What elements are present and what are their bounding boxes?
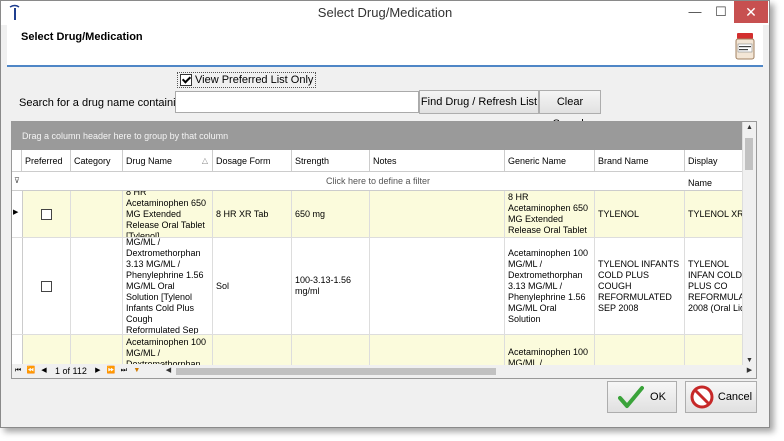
ok-label: OK (650, 391, 666, 403)
scroll-left-icon[interactable]: ◀ (162, 366, 175, 374)
search-label: Search for a drug name containing (19, 97, 188, 109)
record-navigator: ⏮ ⏪ ◀ 1 of 112 ▶ ⏩ ⏭ ▼ (12, 364, 162, 378)
search-toolbar: View Preferred List Only Search for a dr… (7, 67, 763, 130)
preferred-only-checkbox[interactable]: View Preferred List Only (177, 72, 317, 88)
cell-dosage-form (213, 335, 292, 366)
cell-brand-name: TYLENOL (595, 191, 685, 237)
checkmark-icon (618, 386, 645, 408)
cell-preferred[interactable] (22, 238, 71, 334)
cell-dosage-form: Sol (213, 238, 292, 334)
column-header-display-name[interactable]: Display Name (685, 150, 744, 188)
cell-display-name: TYLENOL XR (C (685, 191, 744, 237)
drug-grid: Drag a column header here to group by th… (11, 121, 757, 379)
column-header-dosage-form[interactable]: Dosage Form (213, 150, 292, 172)
preferred-checkbox[interactable] (40, 280, 52, 292)
header-panel: Select Drug/Medication (7, 25, 763, 67)
ok-button[interactable]: OK (607, 381, 677, 413)
cell-strength (292, 335, 370, 366)
cell-category (71, 238, 123, 334)
drug-name-header-label: Drug Name (126, 156, 173, 166)
row-header-corner (12, 150, 22, 172)
cell-notes (370, 191, 505, 237)
cell-strength: 650 mg (292, 191, 370, 237)
previous-block-icon[interactable]: ⏪ (25, 365, 37, 377)
maximize-button[interactable]: ☐ (707, 1, 735, 23)
scroll-right-icon[interactable]: ▶ (743, 366, 756, 374)
cancel-button[interactable]: Cancel (685, 381, 757, 413)
column-header-preferred[interactable]: Preferred (22, 150, 71, 172)
cancel-label: Cancel (717, 391, 753, 403)
horizontal-scroll-thumb[interactable] (176, 368, 496, 375)
sort-ascending-icon: △ (201, 156, 208, 165)
horizontal-scrollbar[interactable]: ◀ ▶ (162, 365, 756, 378)
cell-display-name (685, 335, 744, 366)
cell-drug-name: 8 HR Acetaminophen 650 MG Extended Relea… (123, 191, 213, 237)
cell-generic-name: 8 HR Acetaminophen 650 MG Extended Relea… (505, 191, 595, 237)
cell-display-name: TYLENOL INFAN COLD PLUS CO REFORMULATE 2… (685, 238, 744, 334)
next-record-icon[interactable]: ▶ (92, 365, 104, 377)
header-title: Select Drug/Medication (21, 31, 143, 43)
vertical-scrollbar[interactable]: ▲ ▼ (742, 122, 756, 366)
close-button[interactable]: ✕ (734, 1, 768, 23)
dialog-window: Select Drug/Medication — ☐ ✕ Select Drug… (0, 0, 770, 428)
cell-category (71, 335, 123, 366)
find-refresh-button[interactable]: Find Drug / Refresh List (419, 90, 539, 114)
column-header-generic-name[interactable]: Generic Name (505, 150, 595, 172)
cell-brand-name (595, 335, 685, 366)
preferred-only-label: View Preferred List Only (195, 74, 314, 86)
cell-generic-name: Acetaminophen 100 MG/ML / (505, 335, 595, 366)
first-page-icon[interactable]: ⏮ (12, 365, 24, 377)
record-position: 1 of 112 (55, 366, 87, 376)
title-bar: Select Drug/Medication — ☐ ✕ (1, 1, 769, 25)
cell-generic-name: Acetaminophen 100 MG/ML / Dextromethorph… (505, 238, 595, 334)
table-row[interactable]: ▶ 8 HR Acetaminophen 650 MG Extended Rel… (12, 191, 744, 238)
cell-brand-name: TYLENOL INFANTS COLD PLUS COUGH REFORMUL… (595, 238, 685, 334)
column-header-category[interactable]: Category (71, 150, 123, 172)
cell-strength: 100-3.13-1.56 mg/ml (292, 238, 370, 334)
cell-preferred[interactable] (22, 335, 71, 366)
group-by-panel[interactable]: Drag a column header here to group by th… (12, 122, 744, 150)
cell-notes (370, 238, 505, 334)
minimize-button[interactable]: — (681, 1, 709, 23)
scroll-up-icon[interactable]: ▲ (743, 124, 756, 131)
column-header-notes[interactable]: Notes (370, 150, 505, 172)
window-title: Select Drug/Medication (317, 5, 453, 20)
table-row[interactable]: Acetaminophen 100 MG/ML / Dextromethorph… (12, 335, 744, 367)
filter-row[interactable]: ⊽ Click here to define a filter (12, 172, 744, 191)
column-header-drug-name[interactable]: Drug Name △ (123, 150, 213, 172)
filter-hint: Click here to define a filter (325, 176, 431, 186)
filter-funnel-icon[interactable]: ▼ (131, 365, 143, 377)
previous-record-icon[interactable]: ◀ (38, 365, 50, 377)
cell-drug-name: Acetaminophen 100 MG/ML / Dextromethorph… (123, 335, 213, 366)
medicine-bottle-icon (735, 33, 755, 60)
last-page-icon[interactable]: ⏭ (118, 365, 130, 377)
table-row[interactable]: Acetaminophen 100 MG/ML / Dextromethorph… (12, 238, 744, 335)
search-input[interactable] (175, 91, 419, 113)
cell-dosage-form: 8 HR XR Tab (213, 191, 292, 237)
cell-notes (370, 335, 505, 366)
vertical-scroll-thumb[interactable] (745, 138, 753, 170)
checkbox-checked-icon[interactable] (180, 74, 192, 86)
scroll-down-icon[interactable]: ▼ (743, 357, 756, 364)
column-header-strength[interactable]: Strength (292, 150, 370, 172)
column-header-brand-name[interactable]: Brand Name (595, 150, 685, 172)
next-block-icon[interactable]: ⏩ (105, 365, 117, 377)
cell-category (71, 191, 123, 237)
cell-preferred[interactable] (22, 191, 71, 237)
current-row-indicator-icon: ▶ (13, 209, 19, 216)
preferred-checkbox[interactable] (40, 208, 52, 220)
cell-drug-name: Acetaminophen 100 MG/ML / Dextromethorph… (123, 238, 213, 334)
no-entry-icon (690, 385, 714, 409)
clear-search-button[interactable]: Clear Search (539, 90, 601, 130)
